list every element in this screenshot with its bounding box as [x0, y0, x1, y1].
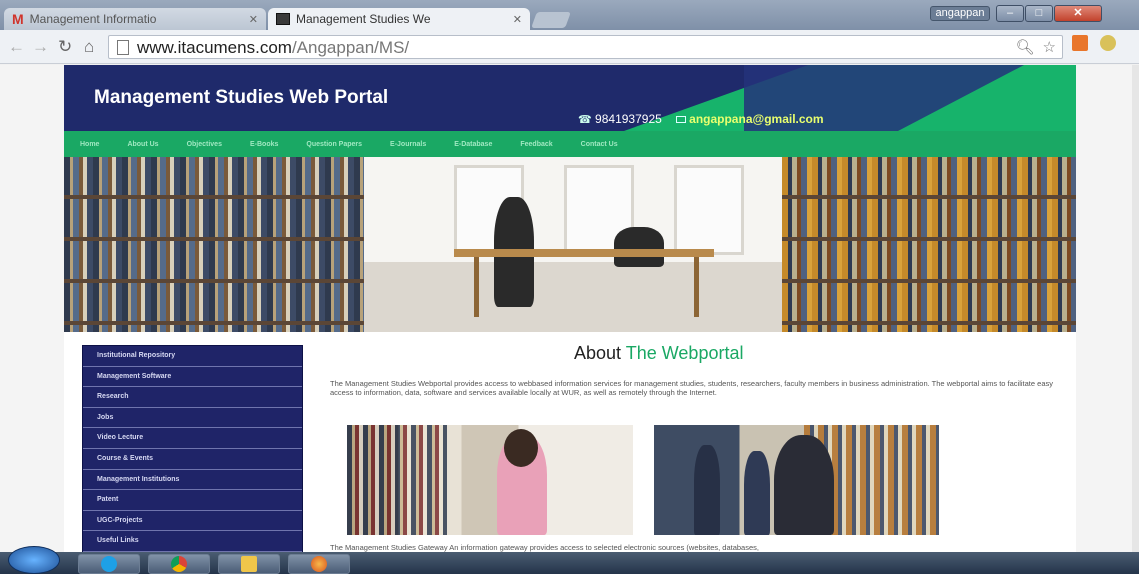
nav-e-journals[interactable]: E-Journals: [390, 141, 426, 148]
sidebar-item-jobs[interactable]: Jobs: [83, 408, 302, 429]
firefox-icon: [311, 556, 327, 572]
bookshelf-image: [64, 157, 364, 332]
about-heading-prefix: About: [574, 343, 622, 363]
windows-taskbar: [0, 546, 1139, 574]
email-link[interactable]: angappana@gmail.com: [689, 112, 823, 126]
sidebar-item-video-lecture[interactable]: Video Lecture: [83, 428, 302, 449]
sidebar-item-institutional-repository[interactable]: Institutional Repository: [83, 346, 302, 367]
extension-icon[interactable]: [1072, 35, 1088, 51]
sidebar-item-useful-links[interactable]: Useful Links: [83, 531, 302, 552]
folder-icon: [241, 556, 257, 572]
page-scrollbar[interactable]: [1132, 65, 1139, 552]
url-path: /Angappan/MS/: [291, 38, 410, 57]
close-icon[interactable]: ✕: [249, 13, 258, 26]
sidebar-item-management-software[interactable]: Management Software: [83, 367, 302, 388]
skype-icon: [101, 556, 117, 572]
close-icon[interactable]: ✕: [513, 13, 522, 26]
about-heading: About The Webportal: [574, 343, 743, 364]
nav-contact-us[interactable]: Contact Us: [581, 141, 618, 148]
bookshelf-image: [782, 157, 1076, 332]
nav-feedback[interactable]: Feedback: [520, 141, 552, 148]
nav-question-papers[interactable]: Question Papers: [306, 141, 362, 148]
nav-objectives[interactable]: Objectives: [187, 141, 222, 148]
sidebar-item-ugc-projects[interactable]: UGC-Projects: [83, 511, 302, 532]
url-host: www.itacumens.com: [137, 38, 292, 57]
minimize-button[interactable]: –: [996, 5, 1024, 22]
close-window-button[interactable]: ✕: [1054, 5, 1102, 22]
new-tab-button[interactable]: [531, 12, 571, 28]
tab-title: Management Studies We: [296, 12, 431, 26]
girl-reading-photo: [347, 425, 633, 535]
sidebar-item-course-events[interactable]: Course & Events: [83, 449, 302, 470]
address-bar[interactable]: www.itacumens.com/Angappan/MS/ 🔍︎ ☆: [108, 35, 1063, 59]
user-badge[interactable]: angappan: [930, 6, 990, 21]
library-hall-image: [364, 157, 782, 332]
about-heading-accent: The Webportal: [625, 343, 744, 363]
page-viewport: Management Studies Web Portal ☎ 98419379…: [0, 65, 1132, 552]
browser-toolbar: ← → ↻ ⌂ www.itacumens.com/Angappan/MS/ 🔍…: [0, 30, 1139, 64]
taskbar-chrome[interactable]: [148, 554, 210, 574]
chrome-icon: [171, 556, 187, 572]
taskbar-firefox[interactable]: [288, 554, 350, 574]
reload-icon[interactable]: ↻: [58, 37, 72, 57]
taskbar-skype[interactable]: [78, 554, 140, 574]
sidebar-menu: Institutional Repository Management Soft…: [82, 345, 303, 552]
tab-management-studies[interactable]: Management Studies We ✕: [268, 8, 530, 30]
site-header: Management Studies Web Portal ☎ 98419379…: [64, 65, 1076, 131]
mail-icon: [675, 116, 686, 123]
zoom-icon[interactable]: 🔍︎: [1016, 38, 1035, 56]
nav-about-us[interactable]: About Us: [127, 141, 158, 148]
site-nav: Home About Us Objectives E-Books Questio…: [64, 131, 1076, 157]
browser-titlebar: M Management Informatio ✕ Management Stu…: [0, 0, 1139, 30]
sidebar-item-management-institutions[interactable]: Management Institutions: [83, 470, 302, 491]
taskbar-explorer[interactable]: [218, 554, 280, 574]
phone-icon: ☎: [578, 114, 592, 126]
sidebar-item-patent[interactable]: Patent: [83, 490, 302, 511]
sidebar-item-research[interactable]: Research: [83, 387, 302, 408]
tab-title: Management Informatio: [29, 12, 157, 26]
page-icon: [117, 40, 129, 55]
hero-banner-image: [64, 157, 1076, 332]
back-icon[interactable]: ←: [8, 37, 25, 57]
maximize-button[interactable]: □: [1025, 5, 1053, 22]
phone-number: 9841937925: [595, 112, 662, 126]
site-title[interactable]: Management Studies Web Portal: [94, 87, 388, 109]
extension-icon[interactable]: [1100, 35, 1116, 51]
forward-icon[interactable]: →: [32, 37, 49, 57]
home-icon[interactable]: ⌂: [84, 37, 94, 57]
star-icon[interactable]: ☆: [1043, 38, 1056, 56]
url-text[interactable]: www.itacumens.com/Angappan/MS/: [137, 38, 409, 58]
gmail-icon: M: [12, 11, 24, 27]
nav-home[interactable]: Home: [80, 141, 99, 148]
about-paragraph: The Management Studies Webportal provide…: [330, 379, 1053, 397]
students-library-photo: [654, 425, 939, 535]
nav-e-database[interactable]: E-Database: [454, 141, 492, 148]
site-icon: [276, 13, 290, 25]
start-button[interactable]: [8, 546, 60, 574]
gateway-paragraph: The Management Studies Gateway An inform…: [330, 543, 759, 552]
contact-info: ☎ 9841937925 angappana@gmail.com: [578, 112, 824, 126]
nav-e-books[interactable]: E-Books: [250, 141, 278, 148]
site-container: Management Studies Web Portal ☎ 98419379…: [64, 65, 1076, 552]
tab-gmail[interactable]: M Management Informatio ✕: [4, 8, 266, 30]
